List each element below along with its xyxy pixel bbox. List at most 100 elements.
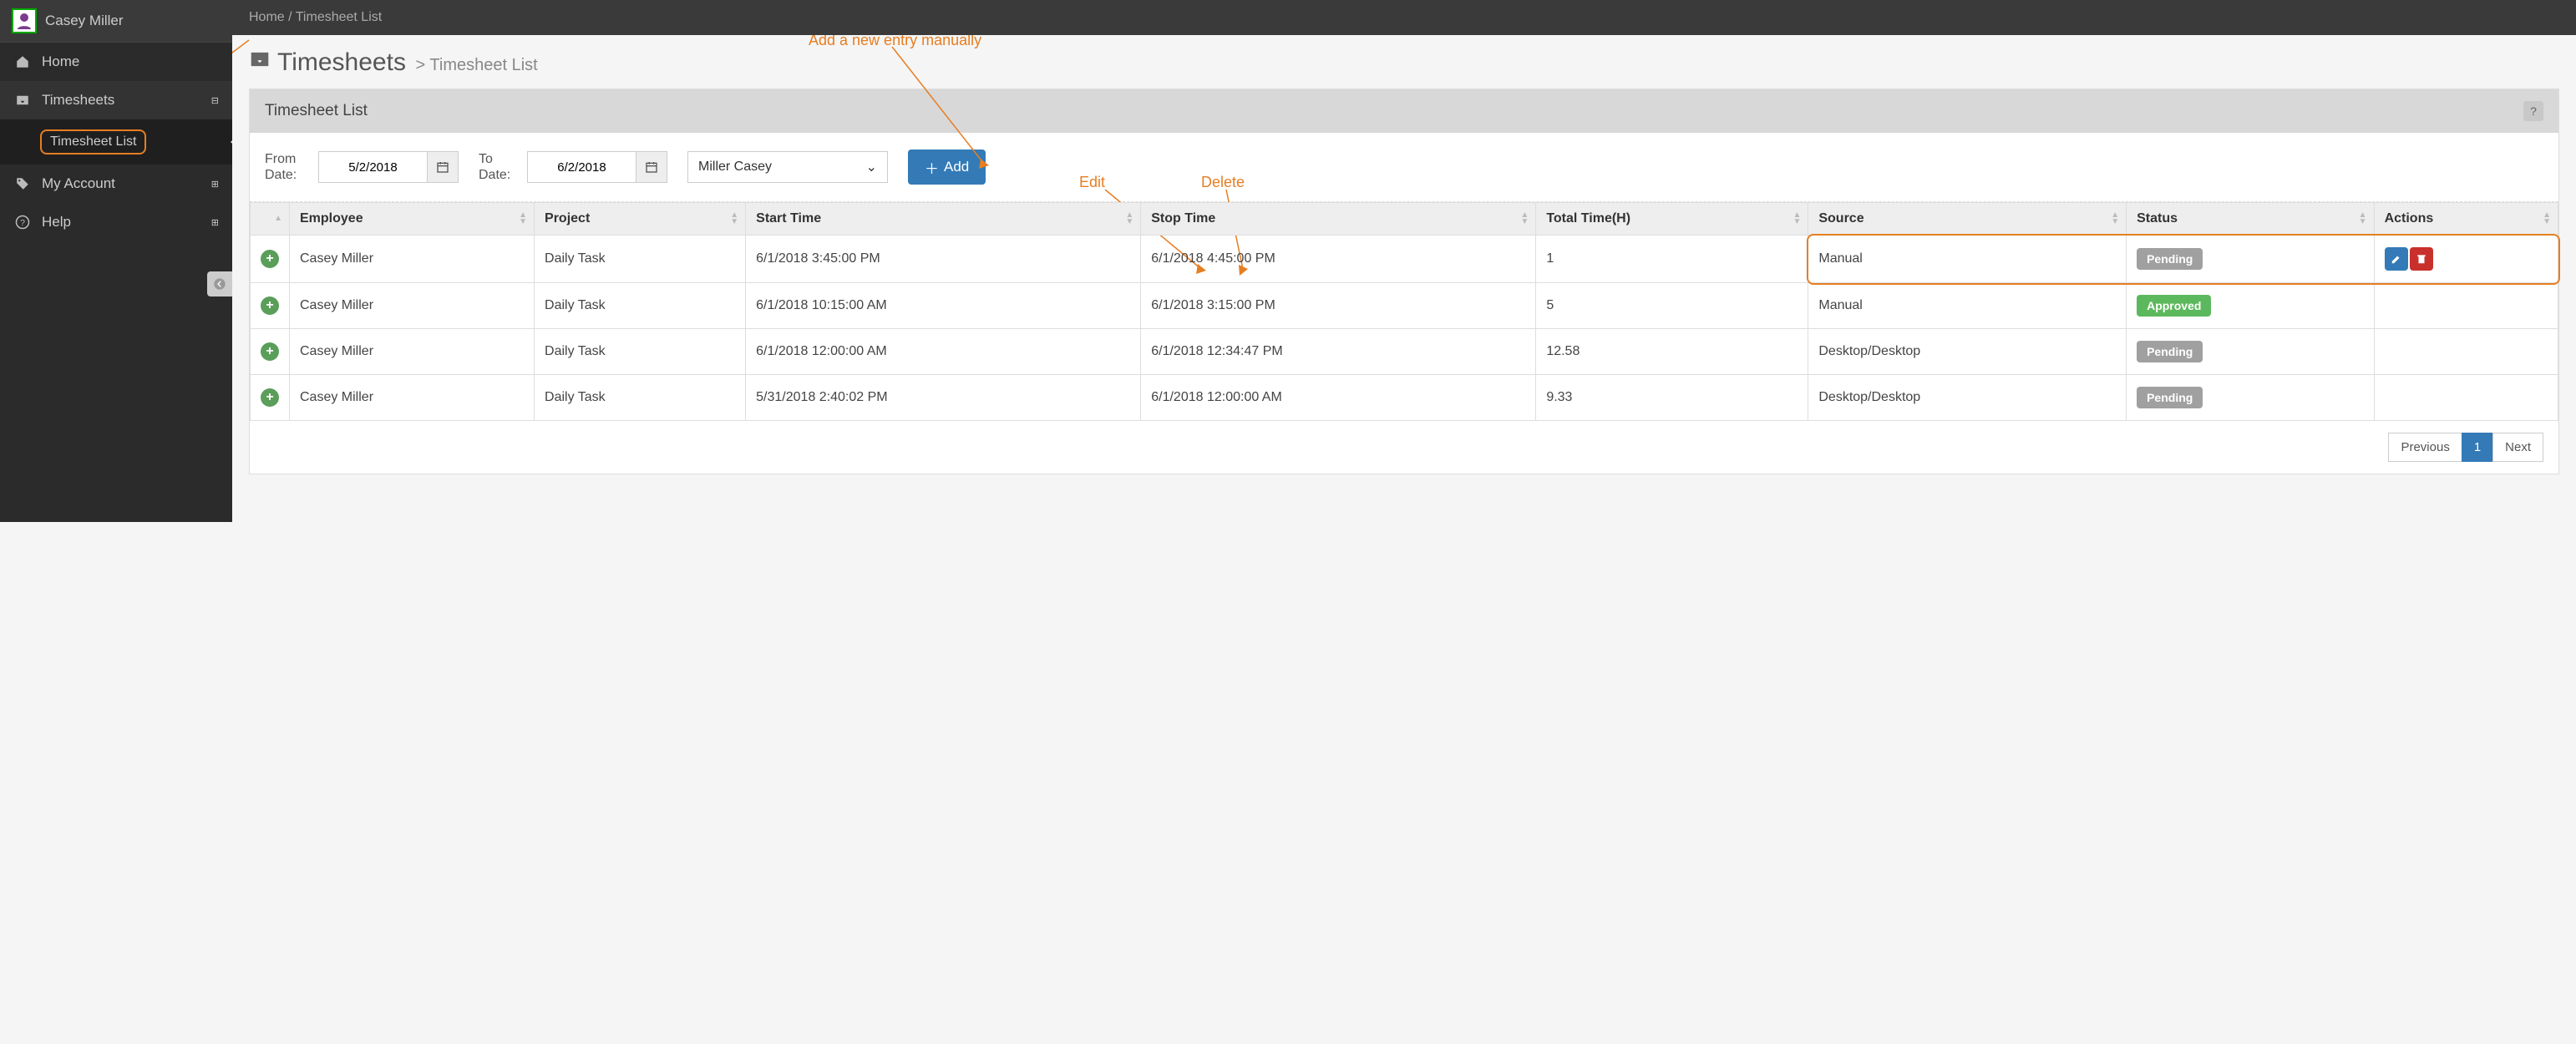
add-button[interactable]: ＋ Add	[908, 150, 986, 185]
expand-icon: ⊞	[211, 217, 219, 228]
sidebar-item-label: My Account	[42, 175, 115, 192]
cell-total: 5	[1536, 283, 1808, 329]
from-date-picker-button[interactable]	[427, 151, 459, 183]
cell-stop: 6/1/2018 12:34:47 PM	[1141, 329, 1536, 375]
from-date-input[interactable]	[318, 151, 427, 183]
page-title-row: Timesheets > Timesheet List	[249, 48, 2559, 77]
sidebar-item-timesheets[interactable]: Timesheets ⊟	[0, 81, 232, 119]
cell-project: Daily Task	[535, 283, 746, 329]
to-date-picker-button[interactable]	[636, 151, 667, 183]
expand-row-button[interactable]: +	[261, 250, 279, 268]
cell-total: 9.33	[1536, 375, 1808, 421]
cell-project: Daily Task	[535, 236, 746, 283]
cell-source: Desktop/Desktop	[1808, 329, 2127, 375]
employee-select[interactable]: Miller Casey ⌄	[687, 151, 888, 183]
cell-start: 6/1/2018 10:15:00 AM	[746, 283, 1141, 329]
col-total[interactable]: Total Time(H)▲▼	[1536, 203, 1808, 236]
to-date-input[interactable]	[527, 151, 636, 183]
chevron-left-icon	[213, 277, 226, 291]
sort-icon: ▲▼	[1520, 212, 1529, 226]
expand-row-button[interactable]: +	[261, 388, 279, 407]
sidebar-item-home[interactable]: Home	[0, 43, 232, 81]
expand-row-button[interactable]: +	[261, 296, 279, 315]
col-actions[interactable]: Actions▲▼	[2374, 203, 2558, 236]
col-project[interactable]: Project▲▼	[535, 203, 746, 236]
sort-icon: ▲▼	[2543, 212, 2551, 226]
pager: Previous 1 Next	[250, 421, 2558, 474]
cell-start: 5/31/2018 2:40:02 PM	[746, 375, 1141, 421]
sort-icon: ▲▼	[519, 212, 527, 226]
breadcrumb-current: Timesheet List	[296, 10, 382, 24]
cell-actions	[2374, 375, 2558, 421]
inbox-icon	[249, 48, 271, 74]
col-employee[interactable]: Employee▲▼	[290, 203, 535, 236]
sidebar-collapse-button[interactable]	[207, 271, 232, 296]
inbox-icon	[13, 91, 32, 109]
sort-icon: ▲▼	[1793, 212, 1801, 226]
sidebar-subitem-timesheet-list[interactable]: Timesheet List	[0, 119, 232, 165]
col-stop[interactable]: Stop Time▲▼	[1141, 203, 1536, 236]
cell-employee: Casey Miller	[290, 236, 535, 283]
content: Timesheets > Timesheet List Add a new en…	[232, 35, 2576, 522]
to-date-label: To Date:	[479, 151, 519, 183]
sort-icon: ▲▼	[730, 212, 738, 226]
cell-employee: Casey Miller	[290, 329, 535, 375]
filter-row: From Date: To Date:	[250, 133, 2558, 202]
cell-source: Desktop/Desktop	[1808, 375, 2127, 421]
cell-status: Pending	[2127, 236, 2374, 283]
cell-total: 12.58	[1536, 329, 1808, 375]
from-date-label: From Date:	[265, 151, 310, 183]
table-row: +Casey MillerDaily Task5/31/2018 2:40:02…	[251, 375, 2558, 421]
cell-stop: 6/1/2018 4:45:00 PM	[1141, 236, 1536, 283]
sidebar-item-help[interactable]: ? Help ⊞	[0, 203, 232, 241]
panel-title: Timesheet List	[265, 102, 368, 120]
status-badge: Approved	[2137, 295, 2211, 317]
cell-project: Daily Task	[535, 329, 746, 375]
avatar	[12, 8, 37, 33]
sidebar-item-label: Help	[42, 214, 71, 231]
breadcrumb-sep: /	[288, 10, 296, 24]
home-icon	[13, 53, 32, 71]
edit-button[interactable]	[2385, 247, 2408, 271]
cell-actions	[2374, 283, 2558, 329]
calendar-icon	[436, 160, 449, 174]
col-start[interactable]: Start Time▲▼	[746, 203, 1141, 236]
pager-next[interactable]: Next	[2492, 433, 2543, 462]
cell-stop: 6/1/2018 12:00:00 AM	[1141, 375, 1536, 421]
plus-icon: ＋	[925, 157, 939, 178]
col-status[interactable]: Status▲▼	[2127, 203, 2374, 236]
sort-icon: ▲▼	[2359, 212, 2367, 226]
status-badge: Pending	[2137, 341, 2203, 362]
table-row: +Casey MillerDaily Task6/1/2018 12:00:00…	[251, 329, 2558, 375]
sidebar-item-label: Home	[42, 53, 79, 70]
cell-start: 6/1/2018 3:45:00 PM	[746, 236, 1141, 283]
cell-actions	[2374, 329, 2558, 375]
sort-icon: ▲▼	[1125, 212, 1133, 226]
svg-text:?: ?	[20, 218, 25, 228]
col-expand[interactable]: ▲	[251, 203, 290, 236]
pager-prev[interactable]: Previous	[2388, 433, 2462, 462]
expand-row-button[interactable]: +	[261, 342, 279, 361]
annotation-add: Add a new entry manually	[809, 35, 981, 49]
sidebar-item-my-account[interactable]: My Account ⊞	[0, 165, 232, 203]
breadcrumb-home[interactable]: Home	[249, 10, 285, 24]
table-row: +Casey MillerDaily Task6/1/2018 10:15:00…	[251, 283, 2558, 329]
status-badge: Pending	[2137, 387, 2203, 408]
cell-project: Daily Task	[535, 375, 746, 421]
help-button[interactable]: ?	[2523, 101, 2543, 121]
page-title: Timesheets	[277, 48, 406, 77]
from-date-group: From Date:	[265, 151, 459, 183]
user-name: Casey Miller	[45, 13, 124, 29]
pager-page-1[interactable]: 1	[2462, 433, 2493, 462]
collapse-icon: ⊟	[211, 95, 219, 106]
chevron-down-icon: ⌄	[866, 159, 877, 175]
sort-icon: ▲	[274, 215, 282, 222]
table-row: + Casey MillerDaily Task6/1/2018 3:45:00 …	[251, 236, 2558, 283]
cell-expand: +	[251, 283, 290, 329]
cell-source: Manual	[1808, 236, 2127, 283]
main: Home / Timesheet List Timesheets > Times…	[232, 0, 2576, 522]
delete-button[interactable]	[2410, 247, 2433, 271]
cell-source: Manual	[1808, 283, 2127, 329]
col-source[interactable]: Source▲▼	[1808, 203, 2127, 236]
add-button-label: Add	[944, 159, 969, 175]
